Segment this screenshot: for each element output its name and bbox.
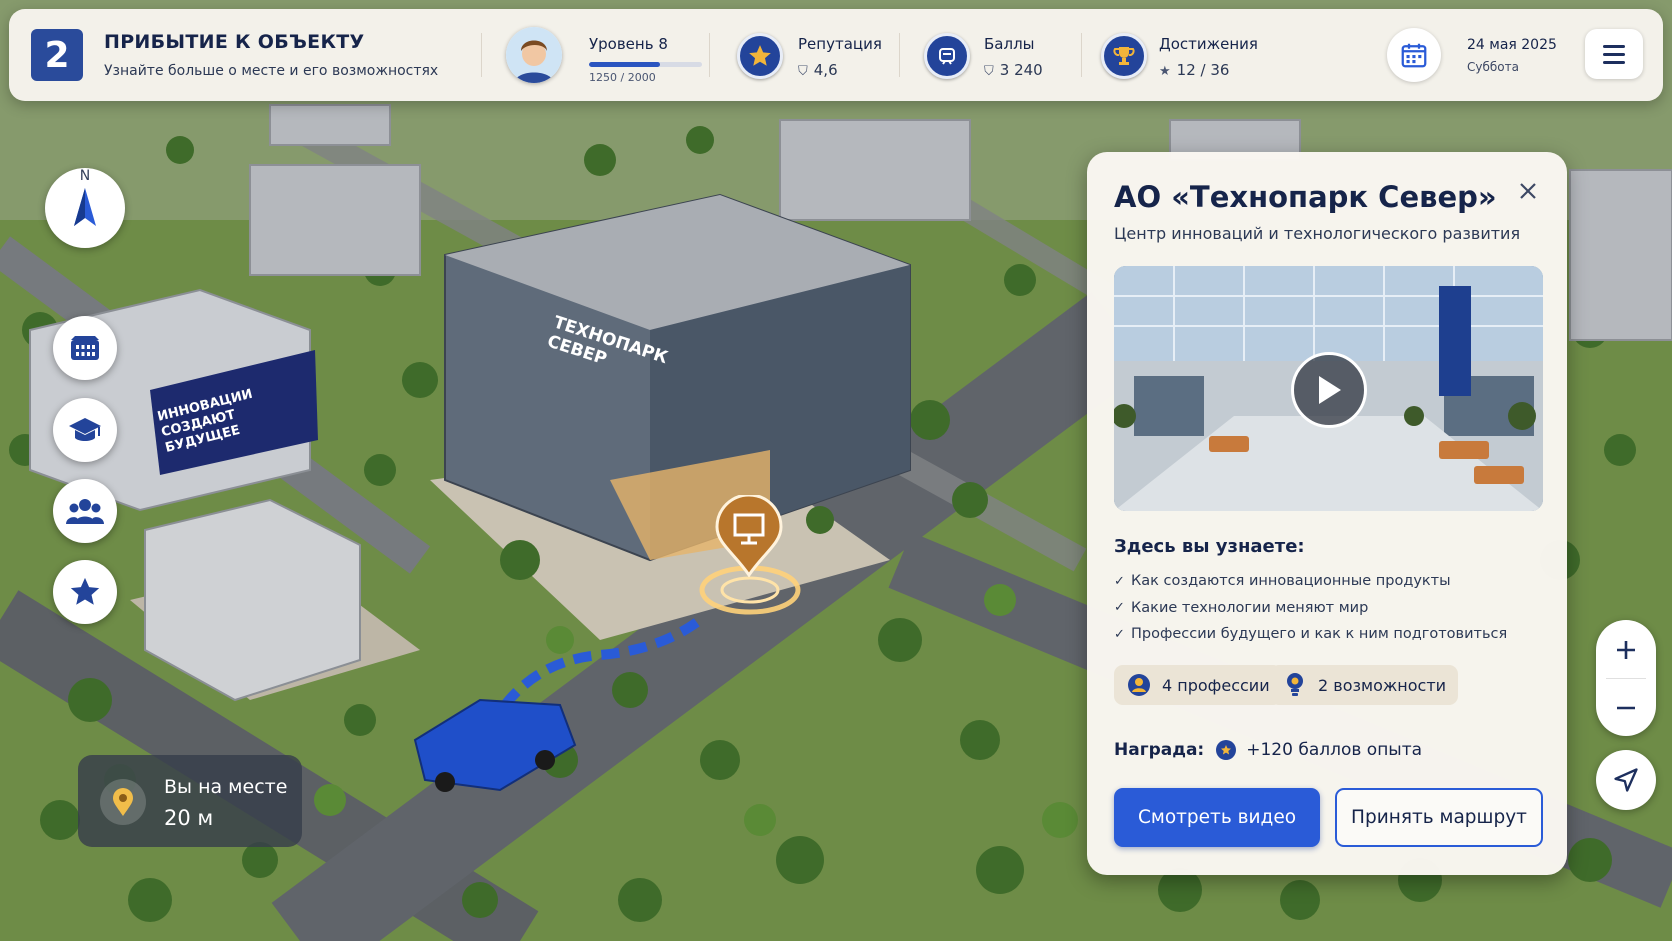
- learn-heading: Здесь вы узнаете:: [1114, 536, 1305, 557]
- achievements-value: 12 / 36: [1176, 61, 1230, 79]
- location-pin-icon: [100, 779, 146, 825]
- compass-arrow-icon: [74, 188, 96, 226]
- close-button[interactable]: [1513, 176, 1543, 206]
- trophy-icon: [1101, 33, 1147, 79]
- distance-value: 20 м: [164, 806, 214, 830]
- reputation-value: 4,6: [813, 61, 838, 79]
- opportunities-chip-label: 2 возможности: [1318, 675, 1447, 695]
- zoom-in-button[interactable]: [1596, 622, 1656, 678]
- reputation-label: Репутация: [798, 35, 882, 53]
- zoom-controls: [1596, 620, 1656, 736]
- side-button-favorites[interactable]: [53, 560, 117, 624]
- star-icon: ★: [1159, 64, 1171, 79]
- learn-list: ✓ Как создаются инновационные продукты ✓ К…: [1114, 568, 1507, 648]
- calendar-icon[interactable]: [1387, 28, 1441, 82]
- player-avatar[interactable]: [506, 27, 562, 83]
- divider: [481, 33, 482, 77]
- points-coin-icon: [924, 33, 970, 79]
- level-xp: 1250 / 2000: [589, 71, 656, 84]
- checkmark-icon: ✓: [1114, 626, 1125, 642]
- destination-marker[interactable]: [714, 493, 784, 578]
- panel-title: АО «Технопарк Север»: [1114, 180, 1497, 214]
- person-icon: [1126, 672, 1152, 698]
- object-info-panel: АО «Технопарк Север» Центр инноваций и т…: [1087, 152, 1567, 875]
- minus-icon: [1617, 706, 1635, 710]
- top-bar: 2 ПРИБЫТИЕ К ОБЪЕКТУ Узнайте больше о ме…: [9, 9, 1663, 101]
- level-label: Уровень 8: [589, 35, 668, 53]
- location-status-text: Вы на месте: [164, 776, 288, 798]
- current-weekday: Суббота: [1467, 60, 1519, 74]
- locate-me-button[interactable]: [1596, 750, 1656, 810]
- plus-icon: [1617, 641, 1635, 659]
- reward-value: +120 баллов опыта: [1246, 740, 1423, 760]
- step-subtitle: Узнайте больше о месте и его возможностя…: [104, 63, 439, 79]
- current-date: 24 мая 2025: [1467, 37, 1557, 53]
- achievements-label: Достижения: [1159, 35, 1258, 53]
- compass[interactable]: N: [45, 168, 125, 248]
- divider: [1606, 678, 1646, 679]
- points-value: 3 240: [999, 61, 1043, 79]
- reward-row: Награда: +120 баллов опыта: [1114, 740, 1422, 760]
- lightbulb-icon: [1282, 672, 1308, 698]
- divider: [1081, 33, 1082, 77]
- list-item: ✓ Профессии будущего и как к ним подготов…: [1114, 626, 1508, 643]
- star-icon: [70, 577, 100, 605]
- reward-label: Награда:: [1114, 740, 1205, 760]
- reputation-value-row: ⛉ 4,6: [798, 61, 838, 79]
- menu-button[interactable]: [1585, 29, 1643, 79]
- side-button-community[interactable]: [53, 479, 117, 543]
- graduation-cap-icon: [69, 418, 101, 441]
- close-icon: [1520, 183, 1536, 199]
- hamburger-icon: [1603, 44, 1625, 48]
- video-preview[interactable]: [1114, 266, 1543, 511]
- play-button[interactable]: [1291, 352, 1367, 428]
- divider: [709, 33, 710, 77]
- checkmark-icon: ✓: [1114, 573, 1125, 589]
- points-value-row: ⛉ 3 240: [984, 61, 1043, 79]
- achievements-value-row: ★ 12 / 36: [1159, 61, 1229, 79]
- list-item: ✓ Какие технологии меняют мир: [1114, 599, 1369, 616]
- step-title: ПРИБЫТИЕ К ОБЪЕКТУ: [104, 31, 365, 53]
- panel-subtitle: Центр инноваций и технологического разви…: [1114, 224, 1521, 243]
- professions-chip[interactable]: 4 профессии: [1114, 665, 1282, 705]
- reputation-star-icon: [737, 33, 783, 79]
- people-icon: [66, 499, 104, 524]
- shield-icon: ⛉: [798, 64, 808, 79]
- xp-star-icon: [1216, 740, 1237, 760]
- shield-icon: ⛉: [984, 64, 994, 79]
- zoom-out-button[interactable]: [1596, 680, 1656, 736]
- play-icon: [1319, 376, 1341, 404]
- list-item: ✓ Как создаются инновационные продукты: [1114, 573, 1451, 590]
- divider: [899, 33, 900, 77]
- checkmark-icon: ✓: [1114, 600, 1125, 616]
- level-progress-bar: [589, 62, 702, 67]
- side-button-buildings[interactable]: [53, 316, 117, 380]
- watch-video-button[interactable]: Смотреть видео: [1114, 788, 1320, 847]
- side-button-education[interactable]: [53, 398, 117, 462]
- location-status-chip: Вы на месте 20 м: [78, 755, 302, 847]
- accept-route-button[interactable]: Принять маршрут: [1335, 788, 1543, 847]
- navigation-arrow-icon: [1614, 768, 1638, 792]
- building-icon: [71, 336, 99, 360]
- level-progress-fill: [589, 62, 660, 67]
- points-label: Баллы: [984, 35, 1035, 53]
- professions-chip-label: 4 профессии: [1162, 675, 1270, 695]
- opportunities-chip[interactable]: 2 возможности: [1270, 665, 1459, 705]
- step-number-badge: 2: [31, 29, 83, 81]
